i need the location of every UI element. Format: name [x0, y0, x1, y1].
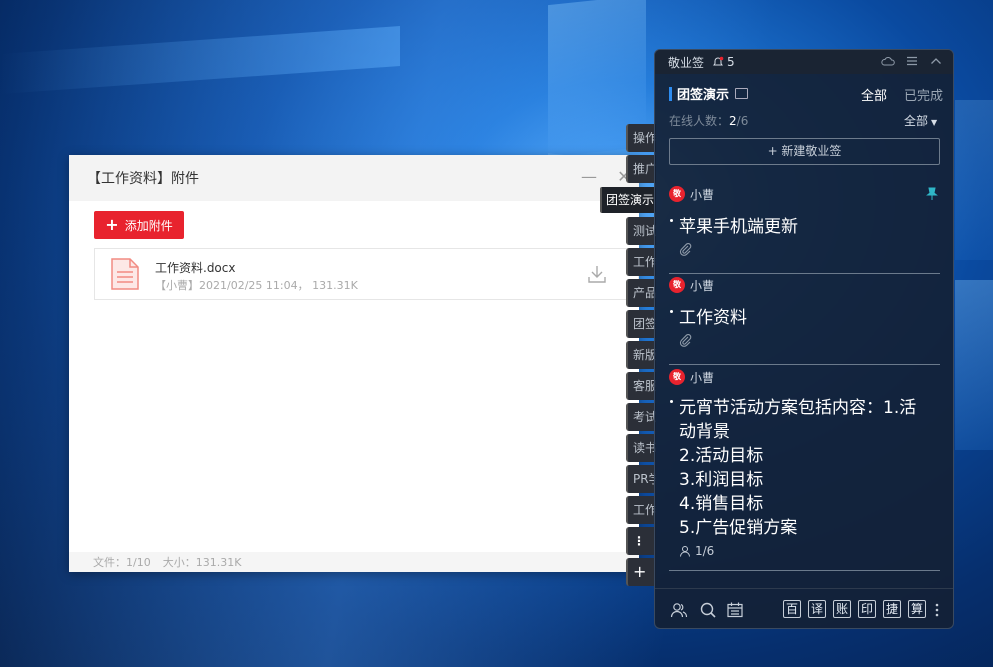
note-text: 苹果手机端更新: [669, 215, 940, 239]
plus-icon: +: [105, 215, 119, 234]
tool-baidu-button[interactable]: 百: [783, 600, 801, 618]
side-tab[interactable]: 客服: [626, 372, 656, 400]
note-author: 敬 小曹: [669, 276, 940, 294]
side-tab[interactable]: PR学: [626, 465, 656, 493]
collapse-icon[interactable]: [929, 54, 943, 68]
note-text: 元宵节活动方案包括内容：1.活 动背景 2.活动目标 3.利润目标 4.销售目标…: [669, 396, 940, 540]
new-note-button[interactable]: + 新建敬业签: [669, 138, 940, 165]
tool-print-button[interactable]: 印: [858, 600, 876, 618]
minimize-button[interactable]: —: [579, 167, 599, 187]
paperclip-icon[interactable]: [679, 243, 693, 257]
note-item[interactable]: 敬 小曹 苹果手机端更新: [669, 185, 940, 274]
side-tabs-more-button[interactable]: ⋮: [626, 527, 656, 555]
avatar: 敬: [669, 186, 685, 202]
app-name: 敬业签: [668, 55, 705, 70]
side-tab[interactable]: 产品: [626, 279, 656, 307]
attachment-footer: 文件：1/10 大小：131.31K: [69, 552, 639, 572]
subtask-progress[interactable]: 1/6: [679, 544, 940, 558]
tool-account-button[interactable]: 账: [833, 600, 851, 618]
calendar-icon[interactable]: [726, 601, 744, 619]
side-tab[interactable]: 工作: [626, 496, 656, 524]
note-text: 工作资料: [669, 306, 940, 330]
tool-shortcut-button[interactable]: 捷: [883, 600, 901, 618]
note-author: 敬 小曹: [669, 185, 940, 203]
more-icon[interactable]: [932, 601, 942, 619]
chevron-down-icon: ▼: [931, 118, 938, 127]
wallpaper-pane: [955, 100, 993, 260]
notification-count: 5: [727, 55, 735, 69]
team-icon[interactable]: [670, 601, 688, 619]
attachment-titlebar: 【工作资料】附件 — ✕: [69, 155, 639, 201]
tool-translate-button[interactable]: 译: [808, 600, 826, 618]
sticky-notes-panel: 敬业签 5 团签演示 全部 已完成 在线人数：2/6 全部 ▼ + 新建敬业签 敬…: [654, 49, 954, 629]
panel-toolbar: 百 译 账 印 捷 算: [655, 588, 953, 628]
member-filter-dropdown[interactable]: 全部 ▼: [904, 112, 937, 129]
side-tab-popup[interactable]: 团签演示: [600, 187, 656, 213]
side-tab[interactable]: 测试: [626, 217, 656, 245]
file-item[interactable]: 工作资料.docx 【小曹】2021/02/25 11:04， 131.31K: [94, 248, 639, 300]
avatar: 敬: [669, 277, 685, 293]
note-item[interactable]: 敬 小曹 元宵节活动方案包括内容：1.活 动背景 2.活动目标 3.利润目标 4…: [669, 368, 940, 571]
tool-calculator-button[interactable]: 算: [908, 600, 926, 618]
total-size: 大小：131.31K: [162, 556, 242, 569]
paperclip-icon[interactable]: [679, 334, 693, 348]
side-tab[interactable]: 考试: [626, 403, 656, 431]
note-divider: [669, 364, 940, 365]
note-divider: [669, 570, 940, 571]
note-item[interactable]: 敬 小曹 工作资料: [669, 276, 940, 365]
group-list-icon[interactable]: [735, 88, 749, 99]
header-actions: [881, 54, 943, 68]
file-meta: 【小曹】2021/02/25 11:04， 131.31K: [155, 279, 358, 292]
wallpaper-pane: [955, 280, 993, 450]
group-title: 团签演示: [677, 88, 730, 103]
file-name: 工作资料.docx: [155, 261, 236, 275]
side-tab[interactable]: 操作: [626, 124, 656, 152]
note-author: 敬 小曹: [669, 368, 940, 386]
online-count: 在线人数：2/6: [669, 114, 749, 128]
add-attachment-button[interactable]: + 添加附件: [94, 211, 184, 239]
filter-all-tab[interactable]: 全部: [861, 85, 887, 104]
group-header[interactable]: 团签演示: [669, 84, 749, 103]
group-accent-bar: [669, 86, 672, 101]
search-icon[interactable]: [699, 601, 717, 619]
side-tab[interactable]: 工作: [626, 248, 656, 276]
filter-done-tab[interactable]: 已完成: [904, 85, 943, 104]
panel-header: 敬业签 5: [655, 50, 953, 74]
menu-icon[interactable]: [905, 54, 919, 68]
attachment-window: 【工作资料】附件 — ✕ + 添加附件 工作资料.docx 【小曹】2021/0…: [69, 155, 639, 572]
add-attachment-label: 添加附件: [124, 218, 173, 233]
document-icon: [111, 258, 139, 290]
attachment-window-title: 【工作资料】附件: [87, 171, 199, 187]
bell-icon[interactable]: [712, 56, 724, 68]
avatar: 敬: [669, 369, 685, 385]
side-tab[interactable]: 推广: [626, 155, 656, 183]
side-tabs-add-button[interactable]: +: [626, 558, 656, 586]
person-icon: [680, 546, 690, 557]
download-icon[interactable]: [587, 264, 607, 284]
note-divider: [669, 273, 940, 274]
cloud-sync-icon[interactable]: [881, 54, 895, 68]
pin-icon[interactable]: [926, 187, 938, 201]
file-count: 文件：1/10: [93, 556, 151, 569]
side-tab[interactable]: 读书: [626, 434, 656, 462]
side-tab[interactable]: 新版: [626, 341, 656, 369]
side-tab[interactable]: 团签: [626, 310, 656, 338]
